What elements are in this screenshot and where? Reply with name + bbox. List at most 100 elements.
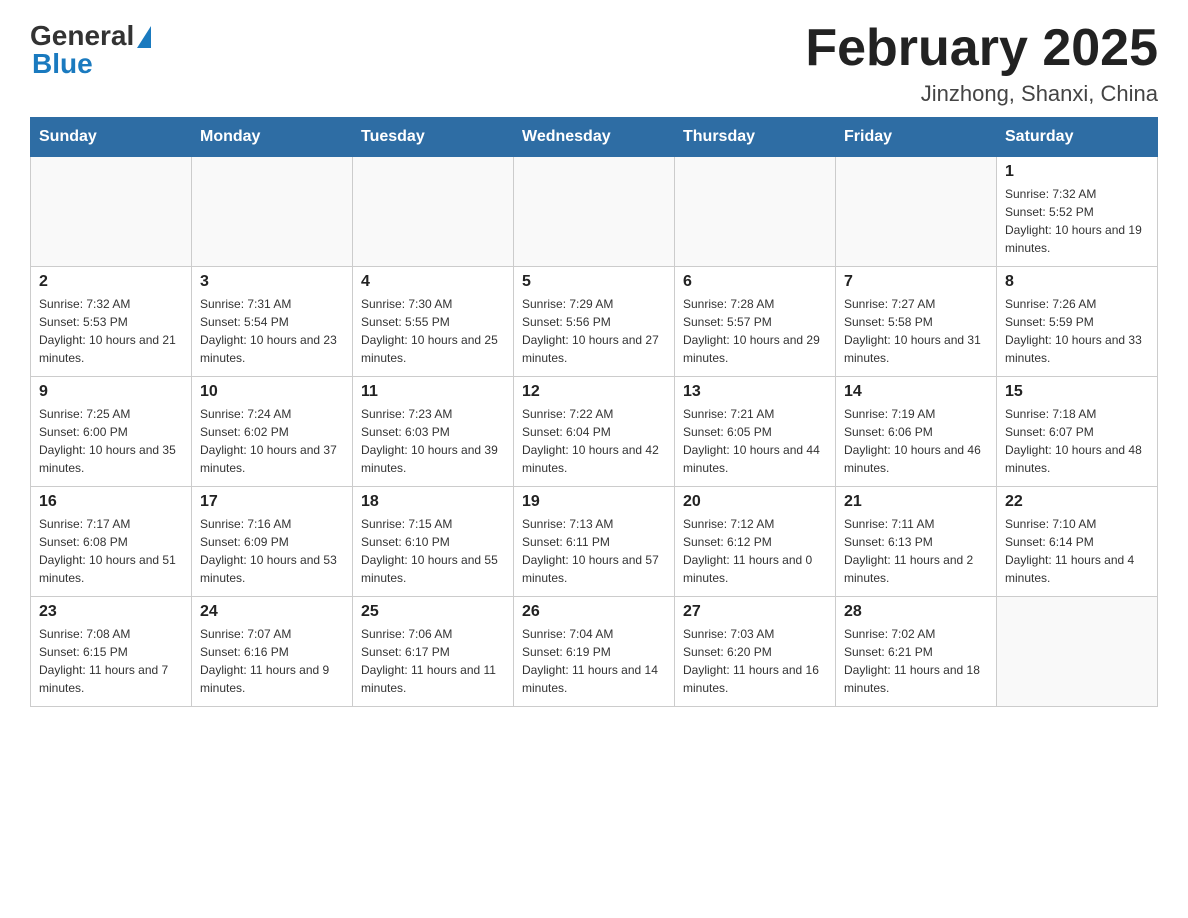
day-info: Sunrise: 7:18 AMSunset: 6:07 PMDaylight:…: [1005, 405, 1149, 477]
calendar-week-row: 1 Sunrise: 7:32 AMSunset: 5:52 PMDaylight…: [31, 157, 1158, 267]
calendar-cell: 14 Sunrise: 7:19 AMSunset: 6:06 PMDayligh…: [836, 377, 997, 487]
title-area: February 2025 Jinzhong, Shanxi, China: [805, 20, 1158, 107]
col-header-thursday: Thursday: [675, 118, 836, 157]
day-info: Sunrise: 7:25 AMSunset: 6:00 PMDaylight:…: [39, 405, 183, 477]
calendar-cell: 16 Sunrise: 7:17 AMSunset: 6:08 PMDayligh…: [31, 487, 192, 597]
day-number: 22: [1005, 493, 1149, 511]
day-info: Sunrise: 7:10 AMSunset: 6:14 PMDaylight:…: [1005, 515, 1149, 587]
col-header-saturday: Saturday: [997, 118, 1158, 157]
calendar-cell: 27 Sunrise: 7:03 AMSunset: 6:20 PMDayligh…: [675, 597, 836, 707]
calendar-cell: 13 Sunrise: 7:21 AMSunset: 6:05 PMDayligh…: [675, 377, 836, 487]
calendar-cell: 5 Sunrise: 7:29 AMSunset: 5:56 PMDaylight…: [514, 267, 675, 377]
calendar-cell: 2 Sunrise: 7:32 AMSunset: 5:53 PMDaylight…: [31, 267, 192, 377]
calendar-cell: [675, 157, 836, 267]
calendar-cell: 23Sunrise: 7:08 AMSunset: 6:15 PMDayligh…: [31, 597, 192, 707]
calendar-cell: [192, 157, 353, 267]
day-number: 27: [683, 603, 827, 621]
day-number: 14: [844, 383, 988, 401]
day-info: Sunrise: 7:19 AMSunset: 6:06 PMDaylight:…: [844, 405, 988, 477]
day-number: 26: [522, 603, 666, 621]
day-number: 17: [200, 493, 344, 511]
day-info: Sunrise: 7:22 AMSunset: 6:04 PMDaylight:…: [522, 405, 666, 477]
calendar-cell: 10 Sunrise: 7:24 AMSunset: 6:02 PMDayligh…: [192, 377, 353, 487]
calendar-cell: 24 Sunrise: 7:07 AMSunset: 6:16 PMDayligh…: [192, 597, 353, 707]
page-header: General Blue February 2025 Jinzhong, Sha…: [30, 20, 1158, 107]
calendar-cell: 11 Sunrise: 7:23 AMSunset: 6:03 PMDayligh…: [353, 377, 514, 487]
day-number: 20: [683, 493, 827, 511]
calendar-header-row: SundayMondayTuesdayWednesdayThursdayFrid…: [31, 118, 1158, 157]
calendar-cell: [31, 157, 192, 267]
day-info: Sunrise: 7:12 AMSunset: 6:12 PMDaylight:…: [683, 515, 827, 587]
calendar-cell: 1 Sunrise: 7:32 AMSunset: 5:52 PMDaylight…: [997, 157, 1158, 267]
day-number: 12: [522, 383, 666, 401]
day-info: Sunrise: 7:17 AMSunset: 6:08 PMDaylight:…: [39, 515, 183, 587]
calendar-table: SundayMondayTuesdayWednesdayThursdayFrid…: [30, 117, 1158, 707]
calendar-cell: 15 Sunrise: 7:18 AMSunset: 6:07 PMDayligh…: [997, 377, 1158, 487]
day-info: Sunrise: 7:26 AMSunset: 5:59 PMDaylight:…: [1005, 295, 1149, 367]
day-info: Sunrise: 7:16 AMSunset: 6:09 PMDaylight:…: [200, 515, 344, 587]
calendar-cell: [514, 157, 675, 267]
calendar-cell: 28 Sunrise: 7:02 AMSunset: 6:21 PMDayligh…: [836, 597, 997, 707]
calendar-cell: 17 Sunrise: 7:16 AMSunset: 6:09 PMDayligh…: [192, 487, 353, 597]
day-number: 10: [200, 383, 344, 401]
day-number: 6: [683, 273, 827, 291]
day-info: Sunrise: 7:30 AMSunset: 5:55 PMDaylight:…: [361, 295, 505, 367]
day-info: Sunrise: 7:29 AMSunset: 5:56 PMDaylight:…: [522, 295, 666, 367]
day-info: Sunrise: 7:07 AMSunset: 6:16 PMDaylight:…: [200, 625, 344, 697]
day-number: 7: [844, 273, 988, 291]
day-number: 4: [361, 273, 505, 291]
day-info: Sunrise: 7:21 AMSunset: 6:05 PMDaylight:…: [683, 405, 827, 477]
day-number: 8: [1005, 273, 1149, 291]
calendar-title: February 2025: [805, 20, 1158, 77]
day-number: 16: [39, 493, 183, 511]
calendar-cell: 21Sunrise: 7:11 AMSunset: 6:13 PMDayligh…: [836, 487, 997, 597]
col-header-wednesday: Wednesday: [514, 118, 675, 157]
day-number: 15: [1005, 383, 1149, 401]
day-info: Sunrise: 7:13 AMSunset: 6:11 PMDaylight:…: [522, 515, 666, 587]
day-number: 18: [361, 493, 505, 511]
day-number: 25: [361, 603, 505, 621]
day-info: Sunrise: 7:11 AMSunset: 6:13 PMDaylight:…: [844, 515, 988, 587]
calendar-cell: 6 Sunrise: 7:28 AMSunset: 5:57 PMDaylight…: [675, 267, 836, 377]
logo-blue-text: Blue: [30, 48, 93, 80]
day-info: Sunrise: 7:03 AMSunset: 6:20 PMDaylight:…: [683, 625, 827, 697]
day-info: Sunrise: 7:28 AMSunset: 5:57 PMDaylight:…: [683, 295, 827, 367]
day-info: Sunrise: 7:32 AMSunset: 5:53 PMDaylight:…: [39, 295, 183, 367]
day-info: Sunrise: 7:02 AMSunset: 6:21 PMDaylight:…: [844, 625, 988, 697]
calendar-week-row: 16 Sunrise: 7:17 AMSunset: 6:08 PMDayligh…: [31, 487, 1158, 597]
day-number: 19: [522, 493, 666, 511]
calendar-cell: 19 Sunrise: 7:13 AMSunset: 6:11 PMDayligh…: [514, 487, 675, 597]
calendar-cell: 7Sunrise: 7:27 AMSunset: 5:58 PMDaylight…: [836, 267, 997, 377]
day-number: 2: [39, 273, 183, 291]
calendar-cell: 8 Sunrise: 7:26 AMSunset: 5:59 PMDaylight…: [997, 267, 1158, 377]
day-number: 1: [1005, 163, 1149, 181]
calendar-cell: 22 Sunrise: 7:10 AMSunset: 6:14 PMDayligh…: [997, 487, 1158, 597]
day-number: 9: [39, 383, 183, 401]
logo-triangle-icon: [137, 26, 151, 48]
calendar-cell: [353, 157, 514, 267]
col-header-sunday: Sunday: [31, 118, 192, 157]
day-info: Sunrise: 7:24 AMSunset: 6:02 PMDaylight:…: [200, 405, 344, 477]
day-number: 5: [522, 273, 666, 291]
calendar-cell: 20 Sunrise: 7:12 AMSunset: 6:12 PMDayligh…: [675, 487, 836, 597]
col-header-monday: Monday: [192, 118, 353, 157]
day-info: Sunrise: 7:08 AMSunset: 6:15 PMDaylight:…: [39, 625, 183, 697]
day-info: Sunrise: 7:23 AMSunset: 6:03 PMDaylight:…: [361, 405, 505, 477]
calendar-cell: 26 Sunrise: 7:04 AMSunset: 6:19 PMDayligh…: [514, 597, 675, 707]
calendar-cell: 4 Sunrise: 7:30 AMSunset: 5:55 PMDaylight…: [353, 267, 514, 377]
day-info: Sunrise: 7:31 AMSunset: 5:54 PMDaylight:…: [200, 295, 344, 367]
calendar-week-row: 2 Sunrise: 7:32 AMSunset: 5:53 PMDaylight…: [31, 267, 1158, 377]
day-info: Sunrise: 7:04 AMSunset: 6:19 PMDaylight:…: [522, 625, 666, 697]
day-number: 13: [683, 383, 827, 401]
day-info: Sunrise: 7:32 AMSunset: 5:52 PMDaylight:…: [1005, 185, 1149, 257]
calendar-cell: 18Sunrise: 7:15 AMSunset: 6:10 PMDayligh…: [353, 487, 514, 597]
calendar-cell: 12 Sunrise: 7:22 AMSunset: 6:04 PMDayligh…: [514, 377, 675, 487]
calendar-cell: 25 Sunrise: 7:06 AMSunset: 6:17 PMDayligh…: [353, 597, 514, 707]
col-header-tuesday: Tuesday: [353, 118, 514, 157]
calendar-cell: [836, 157, 997, 267]
day-number: 11: [361, 383, 505, 401]
day-number: 24: [200, 603, 344, 621]
calendar-cell: [997, 597, 1158, 707]
day-info: Sunrise: 7:06 AMSunset: 6:17 PMDaylight:…: [361, 625, 505, 697]
day-number: 28: [844, 603, 988, 621]
